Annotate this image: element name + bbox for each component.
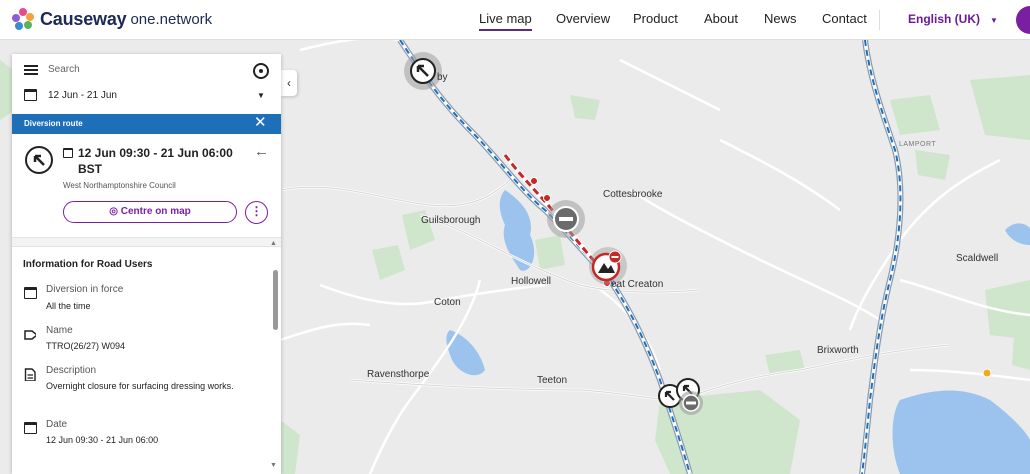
nav-contact[interactable]: Contact xyxy=(822,11,867,28)
place-label: Brixworth xyxy=(817,345,859,356)
calendar-icon xyxy=(24,422,37,434)
section-divider xyxy=(12,237,281,247)
scroll-up-icon[interactable]: ▲ xyxy=(270,240,277,247)
target-icon: ◎ xyxy=(109,206,118,217)
centre-on-map-label: Centre on map xyxy=(120,206,191,217)
scrollbar-thumb[interactable] xyxy=(273,270,278,330)
info-row-label: Description xyxy=(46,365,97,376)
search-area: Search 12 Jun - 21 Jun ▼ xyxy=(12,54,281,114)
search-input[interactable]: Search xyxy=(48,64,80,75)
collapse-panel-button[interactable]: ‹ xyxy=(281,70,297,96)
road-closed-marker-icon[interactable] xyxy=(546,199,586,239)
diversion-route-title: Diversion route xyxy=(24,119,83,128)
place-label: LAMPORT xyxy=(899,141,937,148)
place-label: Coton xyxy=(434,297,461,308)
logo-mark-icon xyxy=(12,8,34,30)
chevron-left-icon: ‹ xyxy=(287,76,291,90)
diversion-route-header: Diversion route ✕ xyxy=(12,114,281,134)
locate-me-icon[interactable] xyxy=(253,63,269,79)
info-row-value: All the time xyxy=(46,301,91,311)
nav-live-map[interactable]: Live map xyxy=(479,11,532,31)
authority-name: West Northamptonshire Council xyxy=(63,181,176,190)
place-label: Ravensthorpe xyxy=(367,369,430,380)
place-label: by xyxy=(437,72,448,83)
top-navigation-bar: Causeway one.network Live map Overview P… xyxy=(0,0,1030,40)
brand-subname: one.network xyxy=(130,10,213,28)
calendar-sync-icon xyxy=(24,287,37,299)
date-range-selector[interactable]: 12 Jun - 21 Jun xyxy=(48,90,117,101)
diversion-arrow-icon xyxy=(25,146,53,174)
nav-overview[interactable]: Overview xyxy=(556,11,610,28)
nav-about[interactable]: About xyxy=(704,11,738,28)
diversion-arrow-marker-icon[interactable] xyxy=(403,51,443,91)
language-label: English (UK) xyxy=(908,12,980,26)
info-row-label: Date xyxy=(46,419,68,430)
road-closed-marker-small-icon[interactable] xyxy=(678,390,704,416)
info-row-value: 12 Jun 09:30 - 21 Jun 06:00 xyxy=(46,435,159,445)
menu-icon[interactable] xyxy=(24,65,38,76)
details-panel: Search 12 Jun - 21 Jun ▼ Diversion route… xyxy=(12,54,281,474)
scroll-down-icon[interactable]: ▼ xyxy=(270,462,277,469)
info-row-label: Name xyxy=(46,325,73,336)
nav-divider xyxy=(879,10,880,30)
tag-icon xyxy=(24,330,36,340)
document-icon xyxy=(24,368,36,381)
more-options-button[interactable]: ⋮ xyxy=(245,201,268,224)
user-avatar[interactable] xyxy=(1016,6,1030,34)
place-label: eat Creaton xyxy=(611,279,664,290)
place-label: Cottesbrooke xyxy=(603,189,663,200)
info-row-label: Diversion in force xyxy=(46,284,124,295)
centre-on-map-button[interactable]: ◎ Centre on map xyxy=(63,201,237,223)
close-icon[interactable]: ✕ xyxy=(254,115,267,131)
info-row-value: TTRO(26/27) W094 xyxy=(46,341,126,351)
place-label: Hollowell xyxy=(511,276,552,287)
calendar-icon xyxy=(24,89,37,101)
diversion-timeframe: 12 Jun 09:30 - 21 Jun 06:00 BST xyxy=(78,146,233,176)
info-row-value: Overnight closure for surfacing dressing… xyxy=(46,381,234,391)
place-label: Teeton xyxy=(537,375,568,386)
info-heading: Information for Road Users xyxy=(23,259,153,270)
nav-news[interactable]: News xyxy=(764,11,797,28)
nav-product[interactable]: Product xyxy=(633,11,678,28)
logo[interactable]: Causeway one.network xyxy=(12,8,212,30)
calendar-small-icon xyxy=(63,148,73,158)
more-vertical-icon: ⋮ xyxy=(250,204,263,218)
place-label: Scaldwell xyxy=(956,253,999,264)
brand-name: Causeway xyxy=(40,8,127,29)
language-selector[interactable]: English (UK) ▼ xyxy=(908,12,998,26)
caret-down-icon: ▼ xyxy=(990,16,998,25)
caret-down-icon[interactable]: ▼ xyxy=(257,91,265,100)
back-arrow-icon[interactable]: ← xyxy=(254,143,269,160)
place-label: Guilsborough xyxy=(421,215,481,226)
